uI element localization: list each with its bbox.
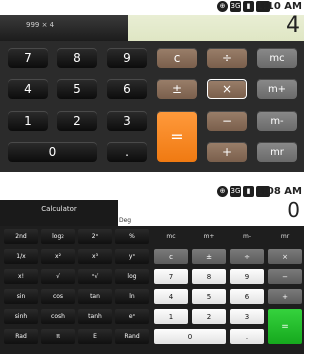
key-2-pow-x[interactable]: 2ˣ <box>78 229 112 244</box>
mc-button[interactable]: mc <box>257 48 297 68</box>
key-x-cubed[interactable]: x³ <box>78 249 112 264</box>
status-bar: ⊕ 3G ▮ 1:10 AM <box>0 0 304 15</box>
key-0[interactable]: 0 <box>154 329 226 344</box>
equals-button[interactable]: = <box>157 111 197 162</box>
key-cosh[interactable]: cosh <box>41 309 75 324</box>
key-2[interactable]: 2 <box>57 111 97 131</box>
basic-calculator-screen: ⊕ 3G ▮ 1:10 AM 999 × 4 4 7 8 9 c ÷ mc 4 … <box>0 0 304 172</box>
status-time: 1:08 AM <box>255 186 302 197</box>
key-0[interactable]: 0 <box>8 142 97 162</box>
key-1[interactable]: 1 <box>154 309 188 324</box>
divide-button[interactable]: ÷ <box>207 48 247 68</box>
key-8[interactable]: 8 <box>192 269 226 284</box>
scientific-calculator-screen: ⊕ 3G ▮ 1:08 AM Calculator Deg 0 2nd log 2… <box>0 185 304 354</box>
m-minus-button[interactable]: m- <box>230 229 264 244</box>
3g-icon: 3G <box>230 186 241 197</box>
angle-mode: Deg <box>119 217 132 224</box>
key-9[interactable]: 9 <box>107 48 147 68</box>
result-text: 4 <box>286 13 300 38</box>
key-7[interactable]: 7 <box>154 269 188 284</box>
status-bar: ⊕ 3G ▮ 1:08 AM <box>0 185 304 200</box>
formula-panel <box>0 15 128 41</box>
formula-text: 999 × 4 <box>26 21 55 29</box>
result-text: 0 <box>287 198 300 222</box>
result-display <box>118 200 304 226</box>
minus-button[interactable]: − <box>207 111 247 131</box>
mr-button[interactable]: mr <box>268 229 302 244</box>
key-log2[interactable]: log 2 <box>41 229 75 244</box>
key-5[interactable]: 5 <box>57 79 97 99</box>
m-plus-button[interactable]: m+ <box>257 79 297 99</box>
key-9[interactable]: 9 <box>230 269 264 284</box>
mr-button[interactable]: mr <box>257 142 297 162</box>
key-rad[interactable]: Rad <box>4 329 38 344</box>
key-tanh[interactable]: tanh <box>78 309 112 324</box>
key-x-squared[interactable]: x² <box>41 249 75 264</box>
key-cos[interactable]: cos <box>41 289 75 304</box>
minus-button[interactable]: − <box>268 269 302 284</box>
key-e[interactable]: E <box>78 329 112 344</box>
divide-button[interactable]: ÷ <box>230 249 264 264</box>
key-7[interactable]: 7 <box>8 48 48 68</box>
app-title: Calculator <box>0 200 118 218</box>
key-rand[interactable]: Rand <box>115 329 149 344</box>
key-y-pow-x[interactable]: yˣ <box>115 249 149 264</box>
key-6[interactable]: 6 <box>230 289 264 304</box>
key-percent[interactable]: % <box>115 229 149 244</box>
plus-minus-button[interactable]: ± <box>157 79 197 99</box>
plus-minus-button[interactable]: ± <box>192 249 226 264</box>
key-dot[interactable]: . <box>107 142 147 162</box>
key-e-pow-x[interactable]: eˣ <box>115 309 149 324</box>
multiply-button[interactable]: × <box>268 249 302 264</box>
mc-button[interactable]: mc <box>154 229 188 244</box>
log2-label: log <box>52 233 62 240</box>
key-8[interactable]: 8 <box>57 48 97 68</box>
key-4[interactable]: 4 <box>8 79 48 99</box>
gps-icon: ⊕ <box>217 1 228 12</box>
key-log[interactable]: log <box>115 269 149 284</box>
key-sin[interactable]: sin <box>4 289 38 304</box>
plus-button[interactable]: + <box>207 142 247 162</box>
gps-icon: ⊕ <box>217 186 228 197</box>
3g-icon: 3G <box>230 1 241 12</box>
key-3[interactable]: 3 <box>230 309 264 324</box>
title-filler <box>0 218 118 226</box>
separator <box>0 172 304 185</box>
key-pi[interactable]: π <box>41 329 75 344</box>
key-sqrt[interactable]: √ <box>41 269 75 284</box>
key-dot[interactable]: . <box>230 329 264 344</box>
key-5[interactable]: 5 <box>192 289 226 304</box>
key-1[interactable]: 1 <box>8 111 48 131</box>
m-minus-button[interactable]: m- <box>257 111 297 131</box>
plus-button[interactable]: + <box>268 289 302 304</box>
key-factorial[interactable]: x! <box>4 269 38 284</box>
signal-icon: ▮ <box>243 186 254 197</box>
clear-button[interactable]: c <box>154 249 188 264</box>
key-ln[interactable]: ln <box>115 289 149 304</box>
equals-button[interactable]: = <box>268 309 302 344</box>
key-4[interactable]: 4 <box>154 289 188 304</box>
signal-icon: ▮ <box>243 1 254 12</box>
key-3[interactable]: 3 <box>107 111 147 131</box>
m-plus-button[interactable]: m+ <box>192 229 226 244</box>
key-sinh[interactable]: sinh <box>4 309 38 324</box>
key-2nd[interactable]: 2nd <box>4 229 38 244</box>
multiply-button[interactable]: × <box>207 79 247 99</box>
key-tan[interactable]: tan <box>78 289 112 304</box>
key-6[interactable]: 6 <box>107 79 147 99</box>
key-reciprocal[interactable]: 1/x <box>4 249 38 264</box>
key-x-root[interactable]: ˣ√ <box>78 269 112 284</box>
status-time: 1:10 AM <box>255 1 302 12</box>
key-2[interactable]: 2 <box>192 309 226 324</box>
clear-button[interactable]: c <box>157 48 197 68</box>
